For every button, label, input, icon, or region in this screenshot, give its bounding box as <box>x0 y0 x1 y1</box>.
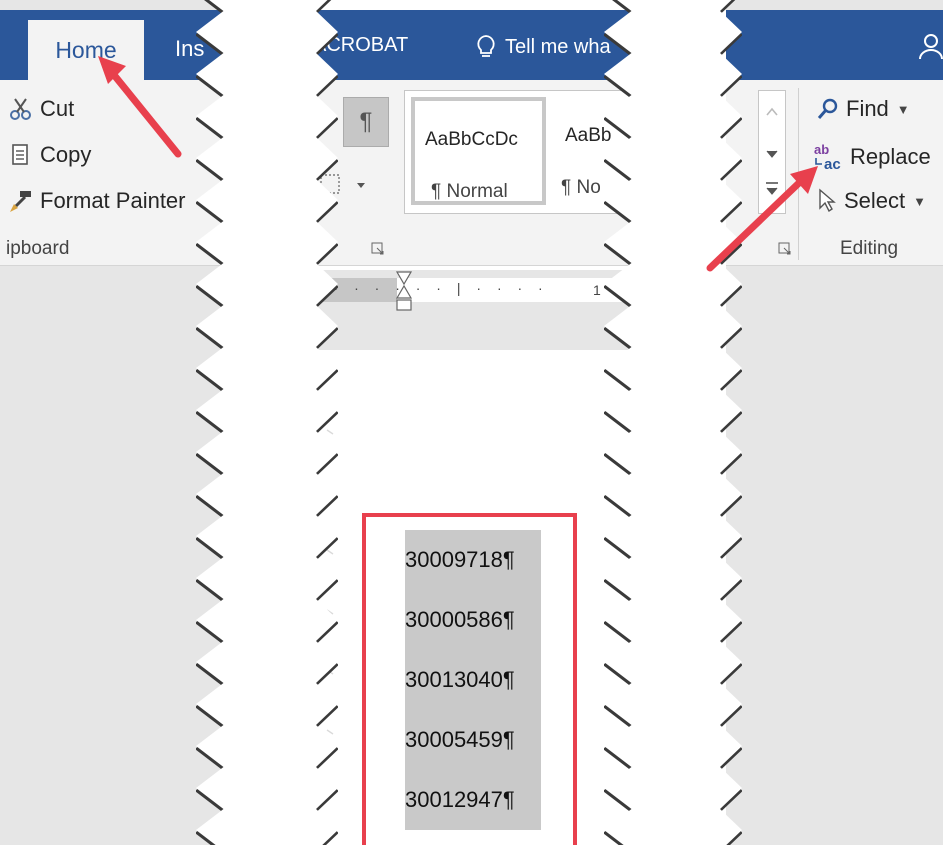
document-line[interactable]: 30013040¶ <box>405 650 541 710</box>
torn-edge-divider <box>604 0 654 845</box>
style-normal[interactable]: AaBbCcDc ¶ Normal <box>411 97 546 205</box>
cursor-icon <box>819 188 836 213</box>
find-button[interactable]: Find ▼ <box>816 96 910 122</box>
document-line[interactable]: 30005459¶ <box>405 710 541 770</box>
show-formatting-marks-button[interactable]: ¶ <box>343 97 389 147</box>
user-icon[interactable] <box>918 32 943 60</box>
ruler-ticks: · · · · · · · | · · · · <box>313 280 549 296</box>
search-icon <box>817 98 838 119</box>
document-line[interactable]: 30000586¶ <box>405 590 541 650</box>
find-label: Find <box>846 96 889 121</box>
more-styles-icon[interactable] <box>759 173 785 213</box>
group-divider <box>798 88 799 260</box>
replace-icon: ab ac <box>814 142 841 172</box>
tell-me-label: Tell me wha <box>505 35 611 58</box>
format-painter-button[interactable]: Format Painter <box>8 188 186 214</box>
paintbrush-icon <box>10 191 31 212</box>
cut-label: Cut <box>40 96 75 121</box>
clipboard-group-label: ipboard <box>6 238 70 259</box>
dialog-launcher-icon[interactable] <box>371 242 385 256</box>
ruler-strip: · · · · · · · | · · · · 1 <box>307 278 637 302</box>
document-line[interactable]: 30009718¶ <box>405 530 541 590</box>
tab-home[interactable]: Home <box>28 20 144 81</box>
format-painter-label: Format Painter <box>40 188 186 213</box>
copy-button[interactable]: Copy <box>8 142 91 168</box>
select-button[interactable]: Select ▼ <box>816 188 926 214</box>
indent-marker-icon[interactable] <box>395 270 413 314</box>
svg-text:ab: ab <box>814 142 829 157</box>
style-sample: AaBbCcDc <box>425 129 518 150</box>
scissors-icon <box>10 98 31 120</box>
tell-me-box[interactable]: Tell me wha <box>475 34 611 60</box>
styles-gallery: AaBbCcDc ¶ Normal AaBb ¶ No <box>404 90 637 214</box>
styles-gallery-scroll[interactable] <box>758 90 786 214</box>
torn-edge-divider <box>702 0 742 845</box>
style-name: ¶ No <box>561 177 601 198</box>
copy-icon <box>12 144 28 165</box>
copy-label: Copy <box>40 142 92 167</box>
left-ribbon-crop: Home Ins Cut Copy Format Painter ipboard <box>0 0 222 845</box>
style-name: ¶ Normal <box>431 181 508 202</box>
ruler-mark: 1 <box>593 282 601 298</box>
editing-group-label: Editing <box>840 238 899 259</box>
replace-button[interactable]: ab ac Replace <box>812 142 931 172</box>
dropdown-caret[interactable]: ▼ <box>913 194 926 209</box>
svg-text:ac: ac <box>824 156 841 172</box>
chevron-down-icon[interactable] <box>759 133 785 173</box>
chevron-up-icon[interactable] <box>759 91 785 131</box>
middle-ribbon-crop: ACROBAT Tell me wha ¶ AaBbCcDc ¶ Normal … <box>307 0 637 845</box>
title-bar <box>726 10 943 80</box>
torn-edge-divider <box>298 0 338 845</box>
lightbulb-icon <box>477 35 495 57</box>
right-ribbon-crop: Find ▼ ab ac Replace Select ▼ Editing <box>726 0 943 845</box>
dialog-launcher-icon[interactable] <box>778 242 792 256</box>
replace-label: Replace <box>850 144 931 169</box>
dropdown-caret[interactable]: ▼ <box>897 102 910 117</box>
document-line[interactable]: 30012947¶ <box>405 770 541 830</box>
torn-edge-divider <box>196 0 246 845</box>
horizontal-ruler: · · · · · · · | · · · · 1 <box>307 270 637 350</box>
select-label: Select <box>844 188 906 213</box>
cut-button[interactable]: Cut <box>8 96 74 122</box>
